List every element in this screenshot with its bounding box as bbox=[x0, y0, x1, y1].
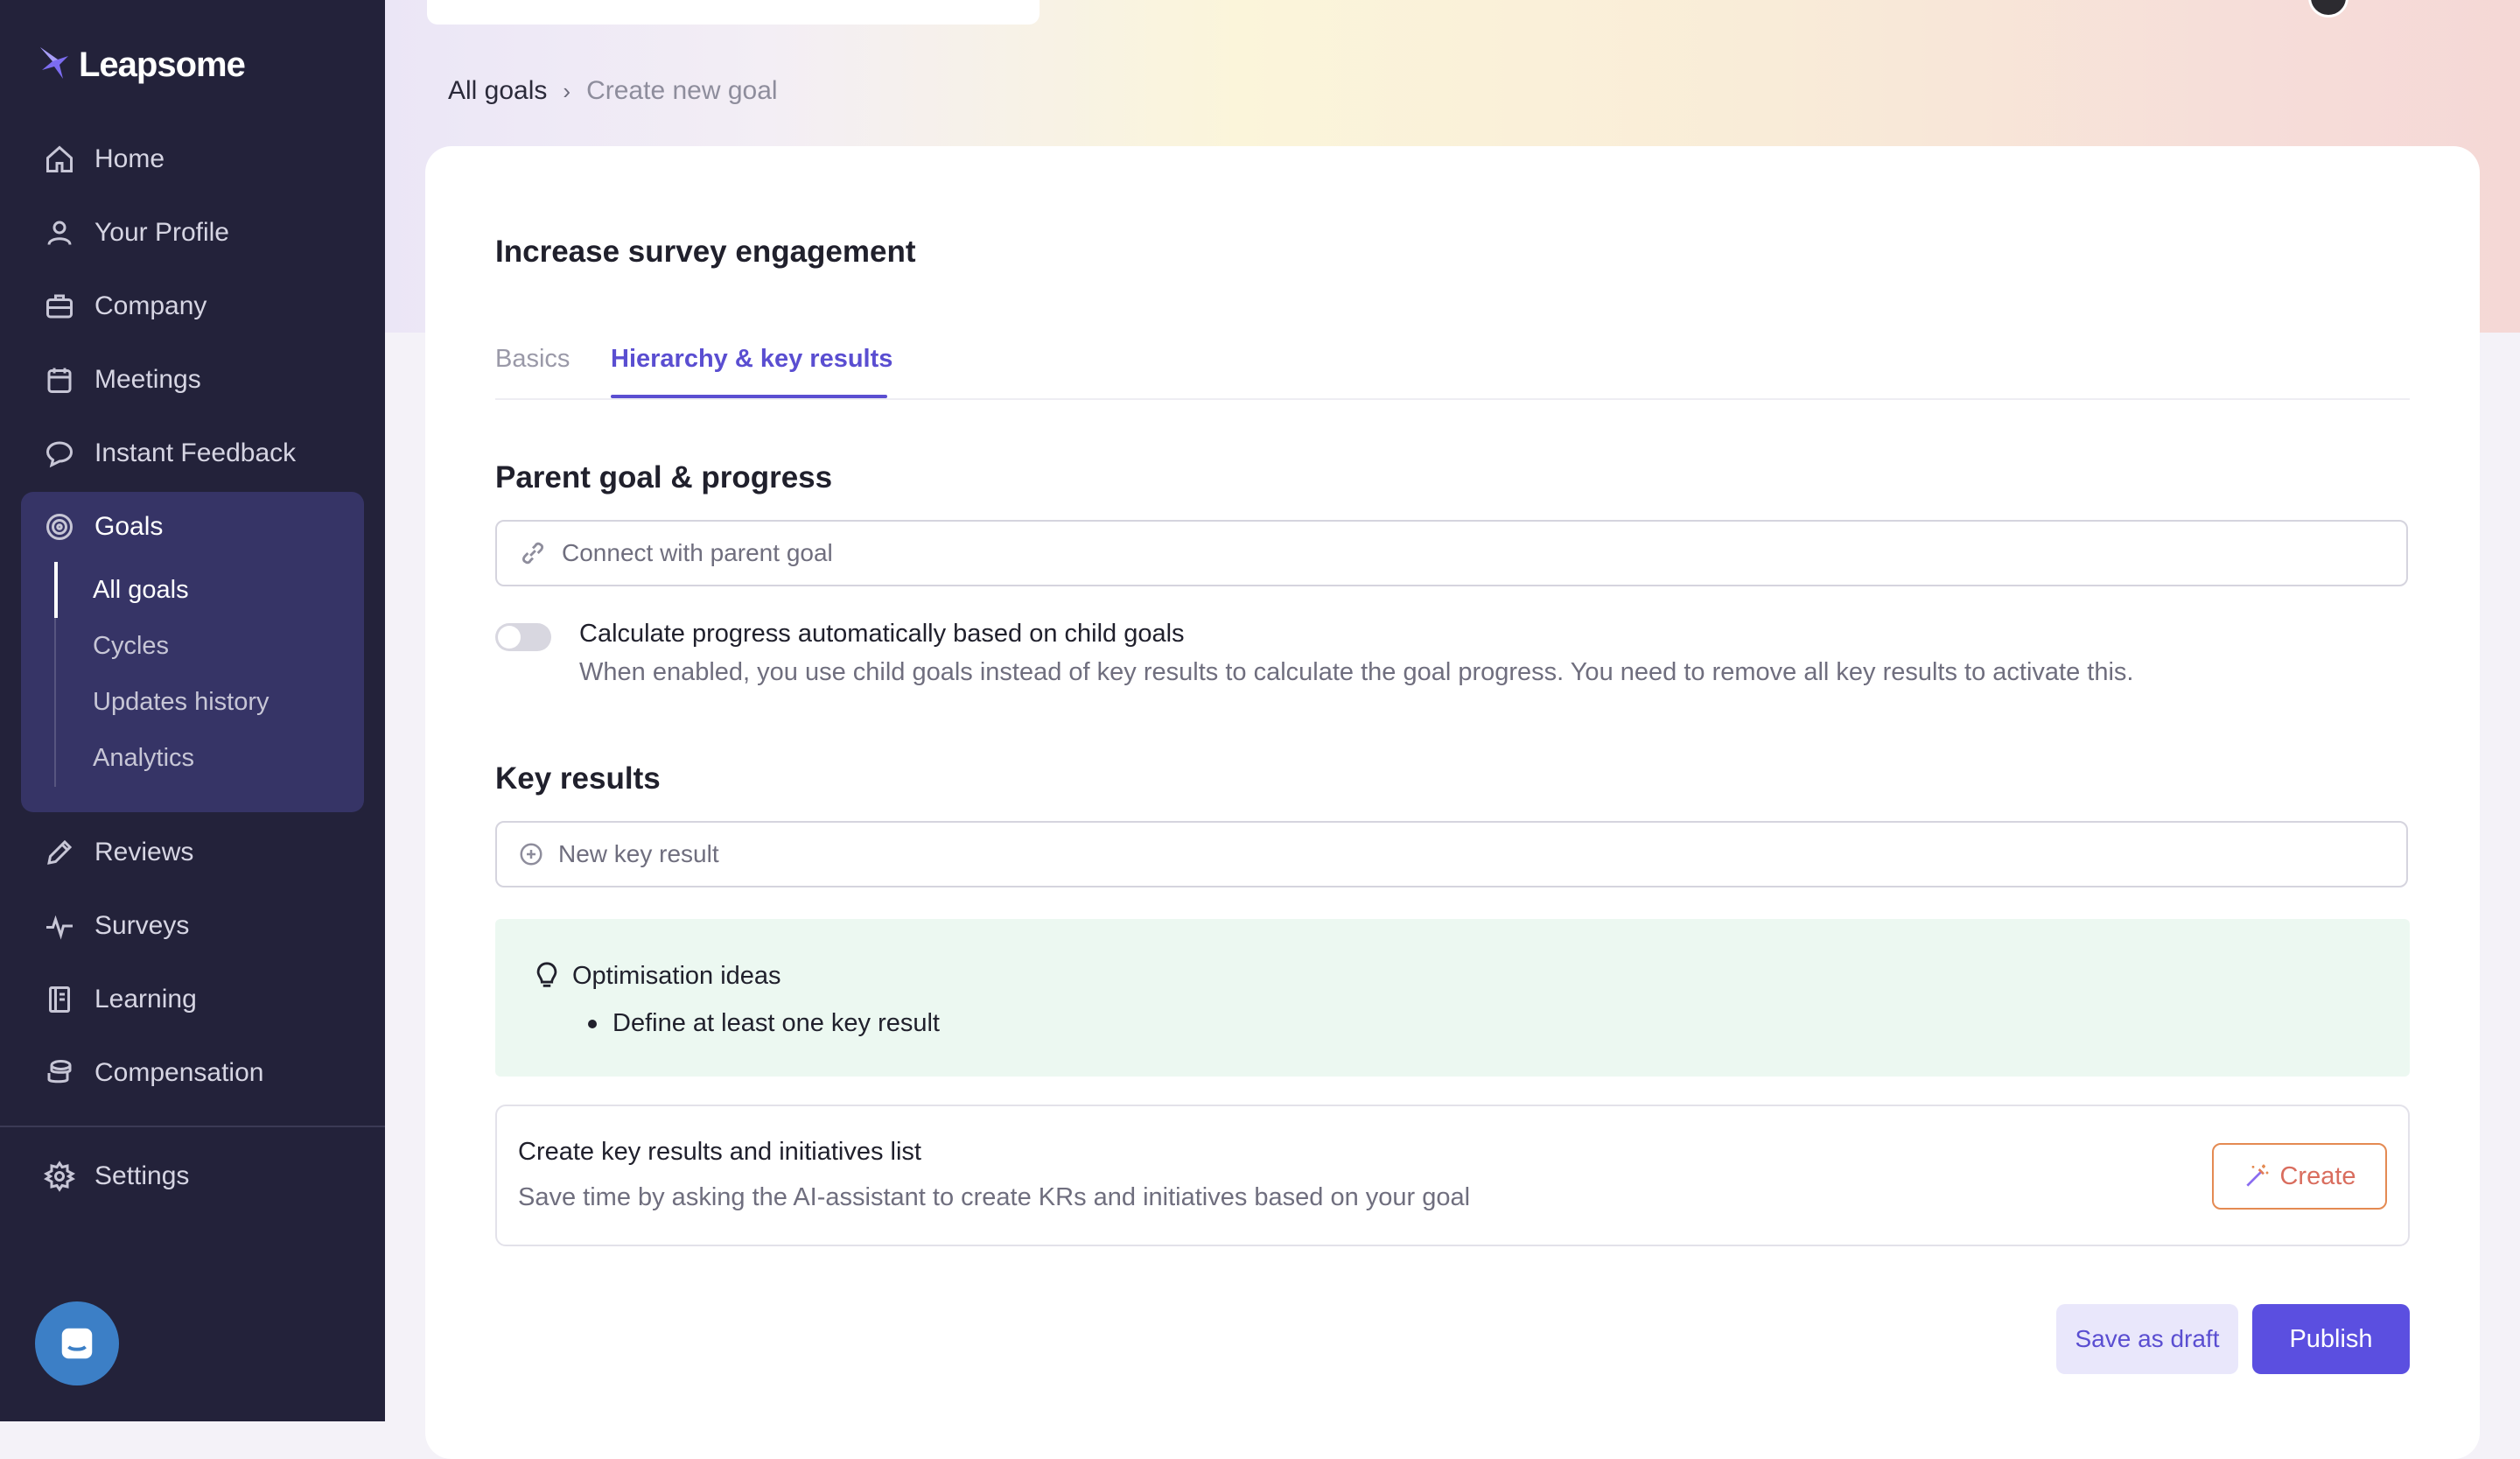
sidebar-item-settings[interactable]: Settings bbox=[44, 1150, 189, 1203]
sidebar-item-meetings[interactable]: Meetings bbox=[44, 354, 201, 406]
new-key-result-input[interactable]: New key result bbox=[495, 821, 2408, 887]
link-icon bbox=[522, 542, 544, 565]
parent-goal-placeholder: Connect with parent goal bbox=[562, 539, 833, 566]
breadcrumb-all-goals[interactable]: All goals bbox=[448, 76, 547, 106]
lightbulb-icon bbox=[536, 962, 557, 987]
submenu-active-indicator bbox=[54, 562, 58, 618]
user-icon bbox=[47, 221, 72, 245]
ai-assistant-description: Save time by asking the AI-assistant to … bbox=[518, 1183, 1471, 1211]
chat-icon bbox=[46, 441, 74, 468]
parent-goal-heading: Parent goal & progress bbox=[495, 460, 833, 495]
breadcrumb-current: Create new goal bbox=[586, 76, 778, 105]
bullet bbox=[588, 1019, 597, 1028]
brand-name: Leapsome bbox=[79, 45, 246, 84]
sidebar-item-label: Learning bbox=[94, 985, 197, 1014]
list-item: Define at least one key result bbox=[588, 1009, 940, 1038]
ai-create-button[interactable]: Create bbox=[2212, 1143, 2387, 1210]
sidebar-subitem-all-goals[interactable]: All goals bbox=[93, 565, 189, 614]
sidebar-divider bbox=[0, 1126, 385, 1127]
sidebar-item-home[interactable]: Home bbox=[44, 133, 164, 186]
sidebar-subitem-analytics[interactable]: Analytics bbox=[93, 733, 194, 782]
calendar-icon bbox=[47, 368, 72, 393]
active-tab-indicator bbox=[611, 395, 887, 398]
save-as-draft-button[interactable]: Save as draft bbox=[2056, 1304, 2238, 1374]
ai-assistant-title: Create key results and initiatives list bbox=[518, 1138, 921, 1166]
ideas-title-text: Optimisation ideas bbox=[572, 961, 781, 990]
auto-progress-toggle[interactable] bbox=[495, 623, 551, 651]
sidebar: Leapsome Home Your Profile Company Meeti… bbox=[0, 0, 385, 1421]
plus-circle-icon bbox=[520, 843, 542, 866]
tab-divider bbox=[495, 398, 2410, 400]
optimisation-ideas-panel bbox=[495, 919, 2410, 1077]
key-results-heading: Key results bbox=[495, 761, 661, 796]
leapsome-logo[interactable]: Leapsome bbox=[38, 42, 246, 88]
sidebar-item-goals[interactable]: Goals bbox=[44, 501, 163, 553]
optimisation-ideas-title: Optimisation ideas bbox=[534, 961, 781, 991]
sidebar-item-label: Your Profile bbox=[94, 218, 229, 247]
home-icon bbox=[46, 145, 73, 172]
pencil-icon bbox=[47, 839, 73, 865]
tab-basics[interactable]: Basics bbox=[495, 345, 570, 374]
sidebar-subitem-cycles[interactable]: Cycles bbox=[93, 621, 169, 670]
sidebar-item-label: Settings bbox=[94, 1161, 190, 1190]
sidebar-subitem-updates-history[interactable]: Updates history bbox=[93, 677, 270, 726]
sidebar-item-learning[interactable]: Learning bbox=[44, 973, 197, 1026]
chevron-right-icon: › bbox=[563, 77, 571, 104]
sidebar-item-company[interactable]: Company bbox=[44, 280, 206, 333]
sidebar-item-your-profile[interactable]: Your Profile bbox=[44, 207, 229, 259]
page-title: Increase survey engagement bbox=[495, 235, 916, 269]
auto-progress-label: Calculate progress automatically based o… bbox=[579, 620, 1185, 648]
parent-goal-input[interactable]: Connect with parent goal bbox=[495, 520, 2408, 586]
new-key-result-placeholder: New key result bbox=[558, 840, 719, 867]
target-icon bbox=[46, 514, 73, 540]
sidebar-item-label: Company bbox=[94, 291, 207, 320]
sidebar-item-label: Surveys bbox=[94, 911, 190, 940]
sidebar-item-reviews[interactable]: Reviews bbox=[44, 826, 193, 879]
sidebar-item-label: Reviews bbox=[94, 838, 194, 866]
sidebar-item-instant-feedback[interactable]: Instant Feedback bbox=[44, 427, 296, 480]
sidebar-item-compensation[interactable]: Compensation bbox=[44, 1047, 263, 1099]
chat-widget-icon bbox=[61, 1328, 93, 1359]
idea-text: Define at least one key result bbox=[612, 1009, 940, 1037]
breadcrumb: All goals › Create new goal bbox=[448, 74, 778, 109]
ai-assistant-panel bbox=[495, 1105, 2410, 1246]
global-search-bar[interactable] bbox=[427, 0, 1040, 25]
toggle-knob bbox=[498, 626, 521, 649]
sidebar-item-label: Goals bbox=[94, 512, 164, 541]
ai-create-label: Create bbox=[2279, 1161, 2356, 1190]
sidebar-item-label: Compensation bbox=[94, 1058, 264, 1087]
coins-icon bbox=[47, 1060, 72, 1084]
tab-hierarchy-key-results[interactable]: Hierarchy & key results bbox=[611, 345, 892, 374]
support-chat-button[interactable] bbox=[35, 1301, 119, 1385]
auto-progress-description: When enabled, you use child goals instea… bbox=[579, 658, 2134, 686]
sidebar-item-label: Home bbox=[94, 144, 165, 173]
sidebar-item-surveys[interactable]: Surveys bbox=[44, 900, 189, 952]
book-icon bbox=[49, 986, 70, 1013]
briefcase-icon bbox=[46, 294, 73, 319]
gear-icon bbox=[44, 1161, 75, 1192]
sidebar-item-label: Meetings bbox=[94, 365, 201, 394]
goal-editor-card bbox=[425, 146, 2480, 1459]
publish-button[interactable]: Publish bbox=[2252, 1304, 2410, 1374]
pulse-icon bbox=[46, 915, 73, 940]
leapsome-bird-icon bbox=[40, 47, 68, 79]
magic-wand-icon bbox=[2246, 1164, 2269, 1187]
sidebar-item-label: Instant Feedback bbox=[94, 438, 297, 467]
